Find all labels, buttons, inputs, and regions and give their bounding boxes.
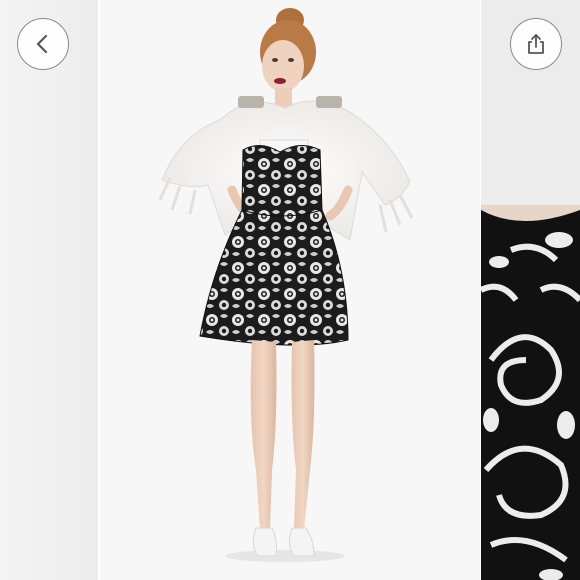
previous-photo-slide[interactable] bbox=[0, 0, 100, 580]
dress-full-length-photo[interactable] bbox=[100, 0, 481, 580]
fabric-closeup-image bbox=[481, 0, 580, 580]
photo-gallery[interactable] bbox=[0, 0, 580, 580]
chevron-left-icon bbox=[36, 34, 48, 54]
share-icon bbox=[528, 34, 544, 54]
share-button[interactable] bbox=[510, 18, 562, 70]
model-photo-image bbox=[100, 0, 481, 580]
dress-fabric-closeup-photo[interactable] bbox=[481, 0, 580, 580]
back-button[interactable] bbox=[17, 18, 69, 70]
previous-photo-image bbox=[0, 0, 100, 580]
